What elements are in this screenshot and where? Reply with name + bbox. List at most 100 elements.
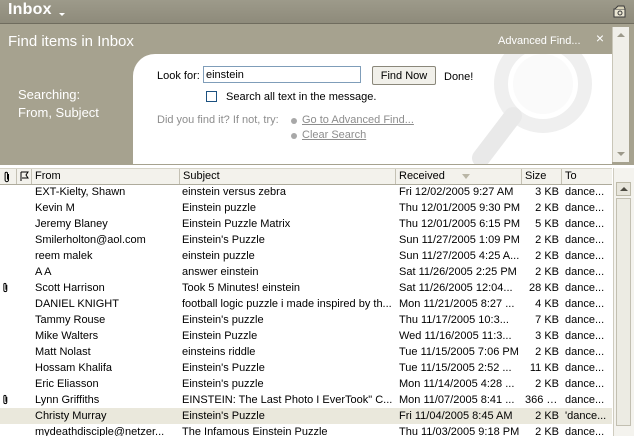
column-from[interactable]: From xyxy=(32,169,180,184)
table-row[interactable]: Scott Harrison Took 5 Minutes! einstein Sa… xyxy=(0,280,612,296)
size-cell: 28 KB xyxy=(529,282,559,294)
table-row[interactable]: Matt Nolast einsteins riddle Tue 11/15/200… xyxy=(0,344,612,360)
find-now-button[interactable]: Find Now xyxy=(372,66,436,85)
from-cell: Mike Walters xyxy=(35,330,99,342)
sort-descending-icon xyxy=(462,174,470,179)
table-row[interactable]: Eric Eliasson Einstein's puzzle Mon 11/14/… xyxy=(0,376,612,392)
table-row[interactable]: EXT-Kielty, Shawn einstein versus zebra Fr… xyxy=(0,184,612,200)
attachment-cell xyxy=(2,312,16,328)
paperclip-icon xyxy=(4,171,9,183)
advanced-find-button[interactable]: Advanced Find... xyxy=(498,35,581,47)
title-bar: Inbox xyxy=(0,0,634,24)
attachment-cell xyxy=(2,360,16,376)
scroll-down-arrow-icon[interactable] xyxy=(617,152,625,156)
column-subject[interactable]: Subject xyxy=(180,169,396,184)
folder-options-icon[interactable] xyxy=(612,4,628,20)
size-cell: 2 KB xyxy=(535,266,559,278)
paperclip-icon xyxy=(3,394,8,405)
table-row[interactable]: Jeremy Blaney Einstein Puzzle Matrix Thu 1… xyxy=(0,216,612,232)
subject-cell: Einstein puzzle xyxy=(182,202,256,214)
attachment-cell xyxy=(2,216,16,232)
folder-title[interactable]: Inbox xyxy=(8,1,52,19)
attachment-cell xyxy=(2,184,16,200)
clear-search-link[interactable]: Clear Search xyxy=(302,129,366,141)
attachment-cell xyxy=(2,264,16,280)
to-cell: dance... xyxy=(565,298,605,310)
size-cell: 2 KB xyxy=(535,234,559,246)
table-row[interactable]: Lynn Griffiths EINSTEIN: The Last Photo I… xyxy=(0,392,612,408)
go-to-advanced-find-link[interactable]: Go to Advanced Find... xyxy=(302,114,414,126)
received-cell: Sat 11/26/2005 12:04... xyxy=(399,282,513,294)
column-header-row: From Subject Received Size To xyxy=(0,168,612,185)
searching-label: Searching: xyxy=(18,87,81,102)
subject-cell: einstein puzzle xyxy=(182,250,255,262)
subject-cell: Einstein's puzzle xyxy=(182,314,264,326)
column-size[interactable]: Size xyxy=(522,169,562,184)
to-cell: dance... xyxy=(565,202,605,214)
table-row[interactable]: Hossam Khalifa Einstein's Puzzle Tue 11/15… xyxy=(0,360,612,376)
attachment-cell xyxy=(2,248,16,264)
received-cell: Wed 11/16/2005 11:3... xyxy=(399,330,512,342)
size-cell: 11 KB xyxy=(529,362,559,374)
column-attachment[interactable] xyxy=(0,169,17,184)
to-cell: dance... xyxy=(565,362,605,374)
table-row[interactable]: Tammy Rouse Einstein's puzzle Thu 11/17/20… xyxy=(0,312,612,328)
table-row[interactable]: Christy Murray Einstein's Puzzle Fri 11/04… xyxy=(0,408,612,424)
subject-cell: Einstein Puzzle Matrix xyxy=(182,218,291,230)
from-cell: reem malek xyxy=(35,250,93,262)
subject-cell: Einstein's Puzzle xyxy=(182,234,265,246)
table-row[interactable]: Kevin M Einstein puzzle Thu 12/01/2005 9:3… xyxy=(0,200,612,216)
column-to[interactable]: To xyxy=(562,169,612,184)
searching-info: Searching: From, Subject xyxy=(18,86,99,122)
from-cell: Lynn Griffiths xyxy=(35,394,100,406)
size-cell: 366 KB xyxy=(525,394,559,406)
to-cell: dance... xyxy=(565,250,605,262)
to-cell: dance... xyxy=(565,218,605,230)
scroll-up-arrow-icon[interactable] xyxy=(617,33,625,37)
table-row[interactable]: reem malek einstein puzzle Sun 11/27/2005 … xyxy=(0,248,612,264)
to-cell: dance... xyxy=(565,378,605,390)
attachment-cell xyxy=(2,328,16,344)
search-all-text-label: Search all text in the message. xyxy=(226,91,377,103)
subject-cell: EINSTEIN: The Last Photo I EverTook" C..… xyxy=(182,394,393,406)
from-cell: Hossam Khalifa xyxy=(35,362,113,374)
to-cell: dance... xyxy=(565,266,605,278)
find-pane-scrollbar[interactable] xyxy=(612,27,629,162)
column-flag[interactable] xyxy=(17,169,32,184)
message-list-scrollbar[interactable] xyxy=(613,168,634,436)
table-row[interactable]: Smilerholton@aol.com Einstein's Puzzle Sun… xyxy=(0,232,612,248)
look-for-input[interactable] xyxy=(203,66,361,83)
from-cell: Smilerholton@aol.com xyxy=(35,234,146,246)
column-received[interactable]: Received xyxy=(396,169,522,184)
received-cell: Sun 11/27/2005 1:09 PM xyxy=(399,234,520,246)
from-cell: Christy Murray xyxy=(35,410,107,422)
chevron-down-icon[interactable] xyxy=(59,13,65,16)
scroll-up-button[interactable] xyxy=(616,182,631,196)
attachment-cell xyxy=(2,424,16,436)
table-row[interactable]: mydeathdisciple@netzer... The Infamous Ei… xyxy=(0,424,612,436)
look-for-label: Look for: xyxy=(157,70,200,82)
search-all-text-checkbox[interactable] xyxy=(206,91,217,102)
did-you-find-label: Did you find it? If not, try: xyxy=(157,114,279,126)
size-cell: 3 KB xyxy=(535,330,559,342)
from-cell: Kevin M xyxy=(35,202,75,214)
table-row[interactable]: Mike Walters Einstein Puzzle Wed 11/16/200… xyxy=(0,328,612,344)
table-row[interactable]: A A answer einstein Sat 11/26/2005 2:25 PM… xyxy=(0,264,612,280)
attachment-cell xyxy=(2,408,16,424)
received-cell: Mon 11/07/2005 8:41 ... xyxy=(399,394,515,406)
message-list: EXT-Kielty, Shawn einstein versus zebra Fr… xyxy=(0,184,612,436)
scroll-thumb[interactable] xyxy=(616,198,631,426)
table-row[interactable]: DANIEL KNIGHT football logic puzzle i mad… xyxy=(0,296,612,312)
to-cell: 'dance... xyxy=(565,410,607,422)
subject-cell: football logic puzzle i made inspired by… xyxy=(182,298,392,310)
subject-cell: Einstein's puzzle xyxy=(182,378,264,390)
size-cell: 2 KB xyxy=(535,250,559,262)
size-cell: 2 KB xyxy=(535,346,559,358)
from-cell: EXT-Kielty, Shawn xyxy=(35,186,126,198)
size-cell: 2 KB xyxy=(535,378,559,390)
received-cell: Thu 12/01/2005 9:30 PM xyxy=(399,202,521,214)
close-icon[interactable]: × xyxy=(592,30,608,46)
attachment-cell xyxy=(2,392,16,408)
from-cell: A A xyxy=(35,266,52,278)
to-cell: dance... xyxy=(565,234,605,246)
